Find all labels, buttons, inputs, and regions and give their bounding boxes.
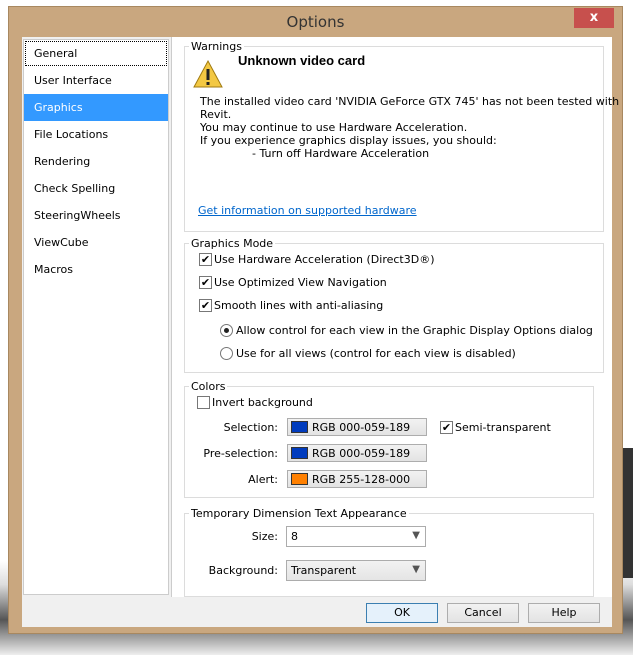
sidebar: General User Interface Graphics File Loc…	[23, 39, 169, 595]
dialog-client: General User Interface Graphics File Loc…	[22, 37, 619, 627]
semi-transparent-label: Semi-transparent	[455, 421, 551, 434]
warning-line: You may continue to use Hardware Acceler…	[200, 121, 468, 134]
preselection-swatch	[291, 447, 308, 459]
alert-value: RGB 255-128-000	[312, 473, 411, 486]
selection-value: RGB 000-059-189	[312, 421, 411, 434]
sidebar-item-macros[interactable]: Macros	[24, 256, 168, 283]
sidebar-item-check-spelling[interactable]: Check Spelling	[24, 175, 168, 202]
all-views-radio[interactable]	[220, 347, 233, 360]
temp-dim-group: Temporary Dimension Text Appearance	[184, 507, 594, 597]
warning-line: If you experience graphics display issue…	[200, 134, 497, 147]
sidebar-item-graphics[interactable]: Graphics	[24, 94, 168, 121]
graphics-panel: Warnings Unknown video card The installe…	[171, 37, 619, 597]
hw-accel-label: Use Hardware Acceleration (Direct3D®)	[214, 253, 435, 266]
sidebar-item-steeringwheels[interactable]: SteeringWheels	[24, 202, 168, 229]
invert-background-label: Invert background	[212, 396, 313, 409]
warnings-legend: Warnings	[191, 40, 242, 53]
dialog-title: Options	[286, 13, 345, 31]
cancel-button[interactable]: Cancel	[447, 603, 519, 623]
preselection-value: RGB 000-059-189	[312, 447, 411, 460]
help-button[interactable]: Help	[528, 603, 600, 623]
graphics-mode-legend: Graphics Mode	[191, 237, 274, 250]
size-label: Size:	[251, 530, 278, 543]
warning-line: Revit.	[200, 108, 232, 121]
smooth-lines-checkbox[interactable]: ✔	[199, 299, 212, 312]
options-dialog: Options x General User Interface Graphic…	[8, 6, 623, 634]
sidebar-item-rendering[interactable]: Rendering	[24, 148, 168, 175]
alert-label: Alert:	[248, 473, 278, 486]
background-label: Background:	[208, 564, 278, 577]
warning-icon	[193, 59, 223, 88]
semi-transparent-checkbox[interactable]: ✔	[440, 421, 453, 434]
warning-heading: Unknown video card	[238, 53, 366, 68]
background-dropdown[interactable]: Transparent ▼	[286, 560, 426, 581]
alert-color-button[interactable]: RGB 255-128-000	[287, 470, 427, 488]
all-views-label: Use for all views (control for each view…	[236, 347, 516, 360]
ok-button[interactable]: OK	[366, 603, 438, 623]
temp-dim-legend: Temporary Dimension Text Appearance	[191, 507, 407, 520]
sidebar-item-general[interactable]: General	[24, 40, 168, 67]
chevron-down-icon: ▼	[412, 530, 420, 541]
background-value: Transparent	[291, 564, 357, 577]
chevron-down-icon: ▼	[412, 564, 420, 575]
close-button[interactable]: x	[574, 8, 614, 28]
each-view-radio[interactable]	[220, 324, 233, 337]
alert-swatch	[291, 473, 308, 485]
invert-background-checkbox[interactable]	[197, 396, 210, 409]
sidebar-item-user-interface[interactable]: User Interface	[24, 67, 168, 94]
optimized-nav-checkbox[interactable]: ✔	[199, 276, 212, 289]
warning-line: The installed video card 'NVIDIA GeForce…	[200, 95, 620, 108]
supported-hardware-link[interactable]: Get information on supported hardware	[198, 204, 417, 217]
colors-legend: Colors	[191, 380, 226, 393]
size-value: 8	[291, 530, 298, 543]
hw-accel-checkbox[interactable]: ✔	[199, 253, 212, 266]
size-dropdown[interactable]: 8 ▼	[286, 526, 426, 547]
selection-color-button[interactable]: RGB 000-059-189	[287, 418, 427, 436]
preselection-label: Pre-selection:	[203, 447, 278, 460]
optimized-nav-label: Use Optimized View Navigation	[214, 276, 387, 289]
warning-line: - Turn off Hardware Acceleration	[252, 147, 430, 160]
preselection-color-button[interactable]: RGB 000-059-189	[287, 444, 427, 462]
smooth-lines-label: Smooth lines with anti-aliasing	[214, 299, 384, 312]
sidebar-item-viewcube[interactable]: ViewCube	[24, 229, 168, 256]
sidebar-item-file-locations[interactable]: File Locations	[24, 121, 168, 148]
selection-label: Selection:	[223, 421, 278, 434]
each-view-label: Allow control for each view in the Graph…	[236, 324, 593, 337]
selection-swatch	[291, 421, 308, 433]
